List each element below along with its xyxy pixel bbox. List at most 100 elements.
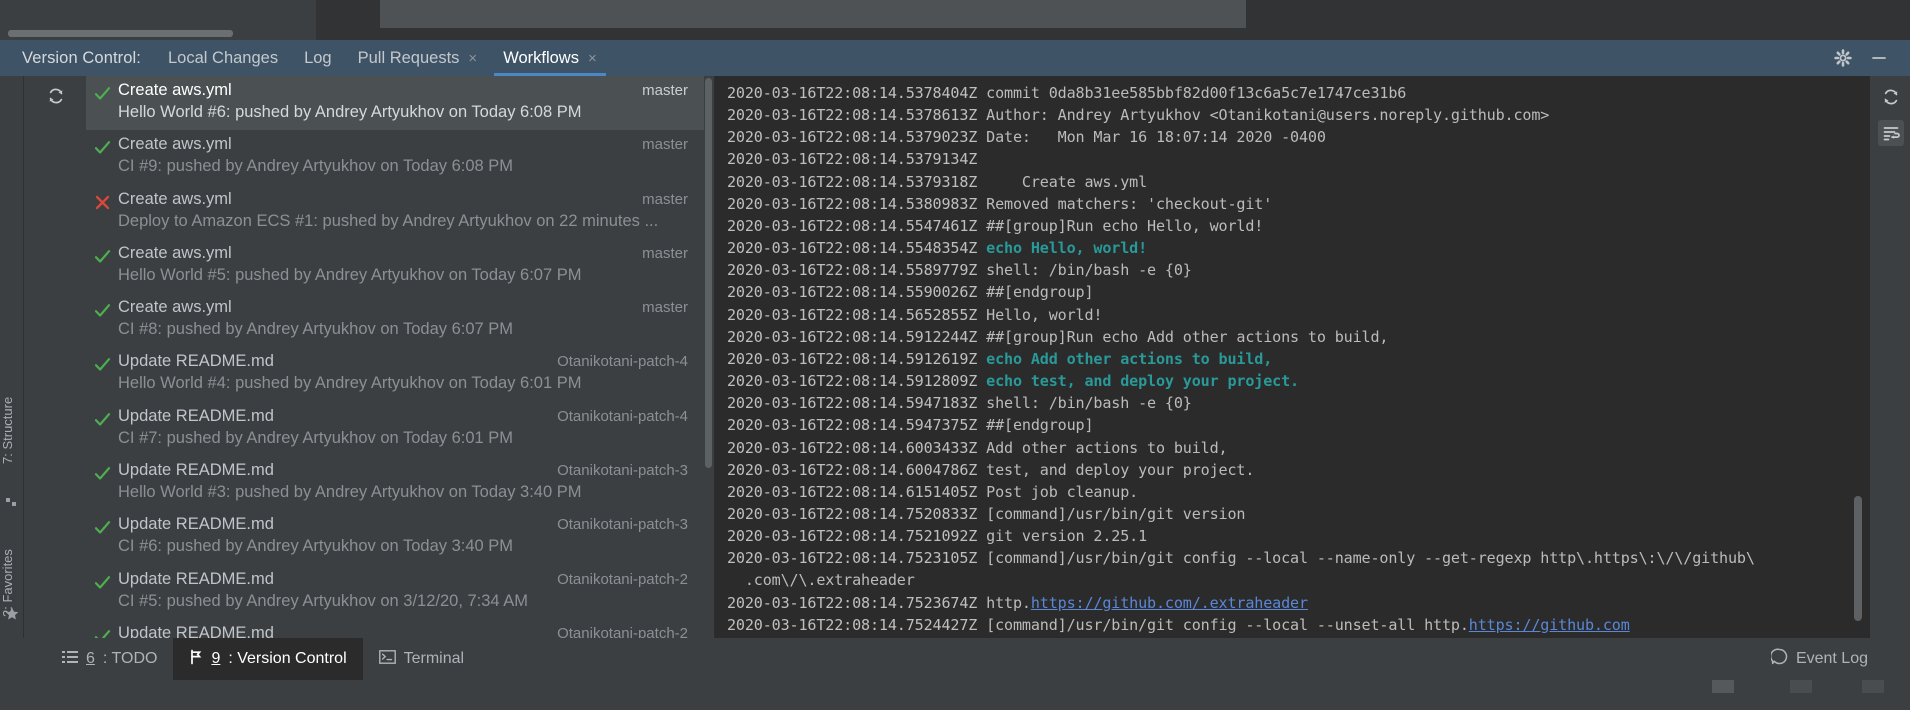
workflow-log-panel[interactable]: 2020-03-16T22:08:14.5378404Z commit 0da8…	[715, 76, 1870, 638]
workflow-run-row[interactable]: Update README.md Hello World #4: pushed b…	[86, 347, 704, 401]
workflow-run-row[interactable]: Update README.md Hello World #3: pushed b…	[86, 456, 704, 510]
log-line: 2020-03-16T22:08:14.5912244Z ##[group]Ru…	[727, 326, 1844, 348]
log-timestamp: 2020-03-16T22:08:14.6004786Z	[727, 460, 978, 479]
list-scrollbar-thumb[interactable]	[705, 78, 712, 468]
workflow-run-row[interactable]: Create aws.yml Hello World #5: pushed by …	[86, 239, 704, 293]
log-timestamp: 2020-03-16T22:08:14.5379318Z	[727, 172, 978, 191]
status-bar-item-todo[interactable]: 6 : TODO	[46, 638, 173, 680]
close-icon[interactable]: ×	[468, 51, 477, 66]
editor-tab-placeholder-gap	[316, 0, 380, 40]
tab-local-changes[interactable]: Local Changes	[155, 40, 291, 76]
workflow-run-title: Update README.md	[118, 406, 274, 425]
workflow-run-list[interactable]: Create aws.yml Hello World #6: pushed by …	[86, 76, 704, 638]
log-link[interactable]: https://github.com/.extraheader	[1031, 594, 1308, 612]
log-message: http.	[977, 593, 1031, 612]
log-line: 2020-03-16T22:08:14.5378613Z Author: And…	[727, 104, 1844, 126]
log-message: Hello, world!	[977, 305, 1103, 324]
log-message: Author: Andrey Artyukhov <Otanikotani@us…	[977, 106, 1550, 125]
failure-cross-icon	[94, 194, 111, 211]
log-timestamp: 2020-03-16T22:08:14.5589779Z	[727, 261, 978, 280]
workflow-run-row[interactable]: Create aws.yml CI #9: pushed by Andrey Ar…	[86, 130, 704, 184]
log-line: 2020-03-16T22:08:14.7523674Z http.https:…	[727, 592, 1844, 614]
log-message: shell: /bin/bash -e {0}	[977, 394, 1192, 413]
log-message: echo test, and deploy your project.	[977, 372, 1299, 391]
workflow-run-subtitle: Hello World #4: pushed by Andrey Artyukh…	[118, 374, 582, 393]
workflow-run-subtitle: Hello World #6: pushed by Andrey Artyukh…	[118, 103, 582, 121]
tab-pull-requests[interactable]: Pull Requests ×	[345, 40, 491, 76]
tab-log[interactable]: Log	[291, 40, 345, 76]
success-check-icon	[94, 465, 111, 482]
workflow-run-row[interactable]: Create aws.yml Hello World #6: pushed by …	[86, 76, 704, 131]
gear-icon[interactable]	[1830, 45, 1856, 71]
workflow-run-branch: master	[642, 136, 688, 154]
tab-label: Pull Requests	[357, 48, 460, 67]
log-timestamp: 2020-03-16T22:08:14.5378613Z	[727, 106, 978, 125]
workflow-run-row[interactable]: Update README.md CI #5: pushed by Andrey …	[86, 565, 704, 619]
log-line: 2020-03-16T22:08:14.7523105Z [command]/u…	[727, 547, 1844, 569]
status-bar-item-terminal[interactable]: Terminal	[363, 638, 480, 680]
workflow-run-title: Create aws.yml	[118, 135, 232, 154]
status-bar-item-label: : Version Control	[228, 650, 347, 667]
rail-item-structure[interactable]: 7: Structure	[0, 376, 24, 484]
structure-icon	[4, 494, 20, 510]
log-line: 2020-03-16T22:08:14.7524427Z [command]/u…	[727, 614, 1844, 636]
log-timestamp: 2020-03-16T22:08:14.7523105Z	[727, 549, 978, 568]
log-timestamp: 2020-03-16T22:08:14.5590026Z	[727, 283, 978, 302]
left-tool-rail: 7: Structure 2: Favorites	[0, 76, 24, 638]
tabbar-actions	[1830, 45, 1910, 71]
workflow-run-row[interactable]: Create aws.yml CI #8: pushed by Andrey Ar…	[86, 293, 704, 347]
success-check-icon	[94, 302, 111, 319]
log-line: 2020-03-16T22:08:14.5912809Z echo test, …	[727, 370, 1844, 392]
log-line: 2020-03-16T22:08:14.5379134Z	[727, 148, 1844, 170]
workflow-run-row[interactable]: Update README.md CI #6: pushed by Andrey …	[86, 510, 704, 564]
workflow-run-branch: Otanikotani-patch-2	[557, 624, 688, 638]
log-message: Date: Mon Mar 16 18:07:14 2020 -0400	[977, 128, 1326, 147]
workflow-run-row[interactable]: Update README.mdHello World #2: pushed b…	[86, 619, 704, 638]
bottom-marker-b	[1790, 680, 1812, 693]
workflow-run-row[interactable]: Create aws.yml Deploy to Amazon ECS #1: p…	[86, 185, 704, 239]
editor-tab-placeholder-right[interactable]	[380, 0, 1246, 28]
tab-workflows[interactable]: Workflows ×	[490, 40, 610, 76]
log-line: 2020-03-16T22:08:14.5379023Z Date: Mon M…	[727, 126, 1844, 148]
workflow-run-title: Update README.md	[118, 569, 274, 588]
log-message: commit 0da8b31ee585bbf82d00f13c6a5c7e174…	[977, 84, 1407, 102]
minimize-icon[interactable]	[1866, 45, 1892, 71]
status-bar-item-version-control[interactable]: 9 : Version Control	[173, 638, 363, 680]
log-scrollbar-thumb[interactable]	[1854, 496, 1862, 621]
success-check-icon	[94, 519, 111, 536]
status-bar-item-event-log[interactable]: Event Log	[1755, 638, 1884, 680]
workflow-run-row[interactable]: Update README.md CI #7: pushed by Andrey …	[86, 402, 704, 456]
workflow-run-subtitle: Hello World #3: pushed by Andrey Artyukh…	[118, 483, 582, 502]
log-timestamp: 2020-03-16T22:08:14.7524427Z	[727, 615, 978, 634]
log-timestamp: 2020-03-16T22:08:14.7521092Z	[727, 527, 978, 546]
soft-wrap-icon[interactable]	[1878, 120, 1904, 146]
log-line: 2020-03-16T22:08:14.7521092Z git version…	[727, 525, 1844, 547]
workflow-run-branch: master	[642, 82, 688, 99]
success-check-icon	[94, 411, 111, 428]
bottom-edge-strip	[0, 680, 1910, 710]
log-timestamp: 2020-03-16T22:08:14.5912809Z	[727, 372, 978, 391]
log-link[interactable]: https://github.com	[1469, 616, 1630, 634]
log-message: [command]/usr/bin/git version	[977, 504, 1246, 523]
workflow-run-branch: master	[642, 190, 688, 208]
workflow-run-title: Update README.md	[118, 352, 274, 371]
log-message: .com\/\.extraheader	[727, 571, 915, 590]
log-line: 2020-03-16T22:08:14.5947183Z shell: /bin…	[727, 392, 1844, 414]
workflow-run-subtitle: CI #6: pushed by Andrey Artyukhov on Tod…	[118, 537, 514, 556]
refresh-icon[interactable]	[1878, 84, 1904, 110]
horizontal-scrollbar-thumb[interactable]	[8, 30, 233, 37]
status-bar-item-number: 9	[211, 650, 221, 667]
log-line: 2020-03-16T22:08:14.5947375Z ##[endgroup…	[727, 414, 1844, 436]
event-log-icon	[1769, 648, 1788, 670]
status-bar-item-number: 6	[86, 650, 95, 667]
status-bar-right: Event Log	[1755, 638, 1910, 680]
log-line: 2020-03-16T22:08:14.5912619Z echo Add ot…	[727, 348, 1844, 370]
log-timestamp: 2020-03-16T22:08:14.5378404Z	[727, 84, 978, 102]
tab-label: Local Changes	[168, 48, 279, 67]
close-icon[interactable]: ×	[588, 51, 597, 66]
log-line: 2020-03-16T22:08:14.5378404Z commit 0da8…	[727, 82, 1844, 104]
success-check-icon	[94, 574, 111, 591]
workflow-run-branch: Otanikotani-patch-3	[557, 516, 688, 534]
refresh-icon[interactable]	[46, 86, 66, 106]
log-timestamp: 2020-03-16T22:08:14.7523674Z	[727, 593, 978, 612]
